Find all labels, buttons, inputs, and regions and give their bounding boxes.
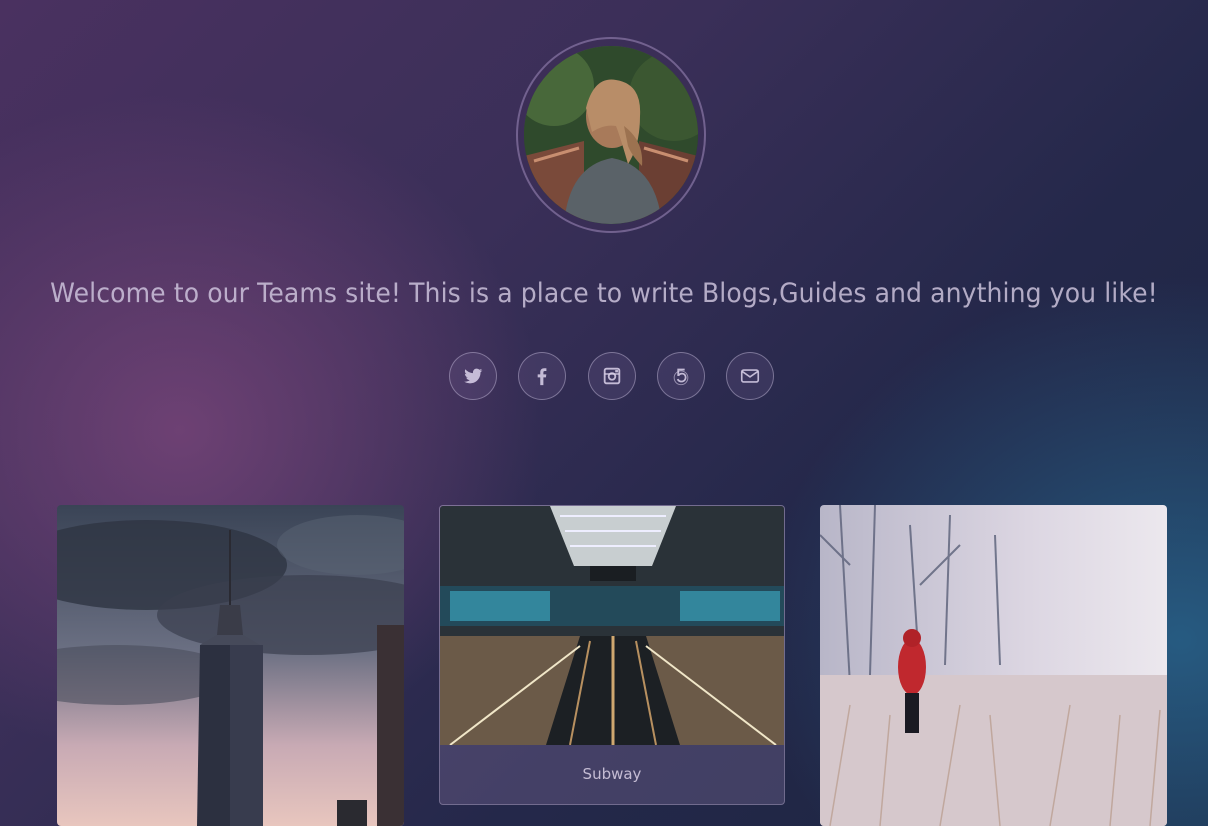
social-links (0, 352, 1208, 402)
post-card-snow[interactable] (820, 505, 1167, 826)
snow-photo (820, 505, 1167, 826)
post-card-subway[interactable]: Subway (439, 505, 785, 805)
twitter-icon (464, 368, 483, 384)
card-caption-subway[interactable]: Subway (440, 765, 784, 783)
instagram-button[interactable] (588, 352, 636, 400)
facebook-button[interactable] (518, 352, 566, 400)
envelope-icon (740, 369, 760, 383)
500px-icon (673, 368, 689, 386)
email-button[interactable] (726, 352, 774, 400)
post-card-tower[interactable] (57, 505, 404, 826)
avatar-photo (524, 46, 698, 224)
instagram-icon (603, 367, 621, 385)
avatar (524, 46, 698, 224)
500px-button[interactable] (657, 352, 705, 400)
avatar-frame (516, 37, 706, 233)
hero-section: Welcome to our Teams site! This is a pla… (0, 0, 1208, 480)
welcome-heading: Welcome to our Teams site! This is a pla… (50, 278, 1158, 309)
subway-photo (440, 506, 784, 745)
facebook-icon (537, 368, 547, 386)
tower-photo (57, 505, 404, 826)
twitter-button[interactable] (449, 352, 497, 400)
